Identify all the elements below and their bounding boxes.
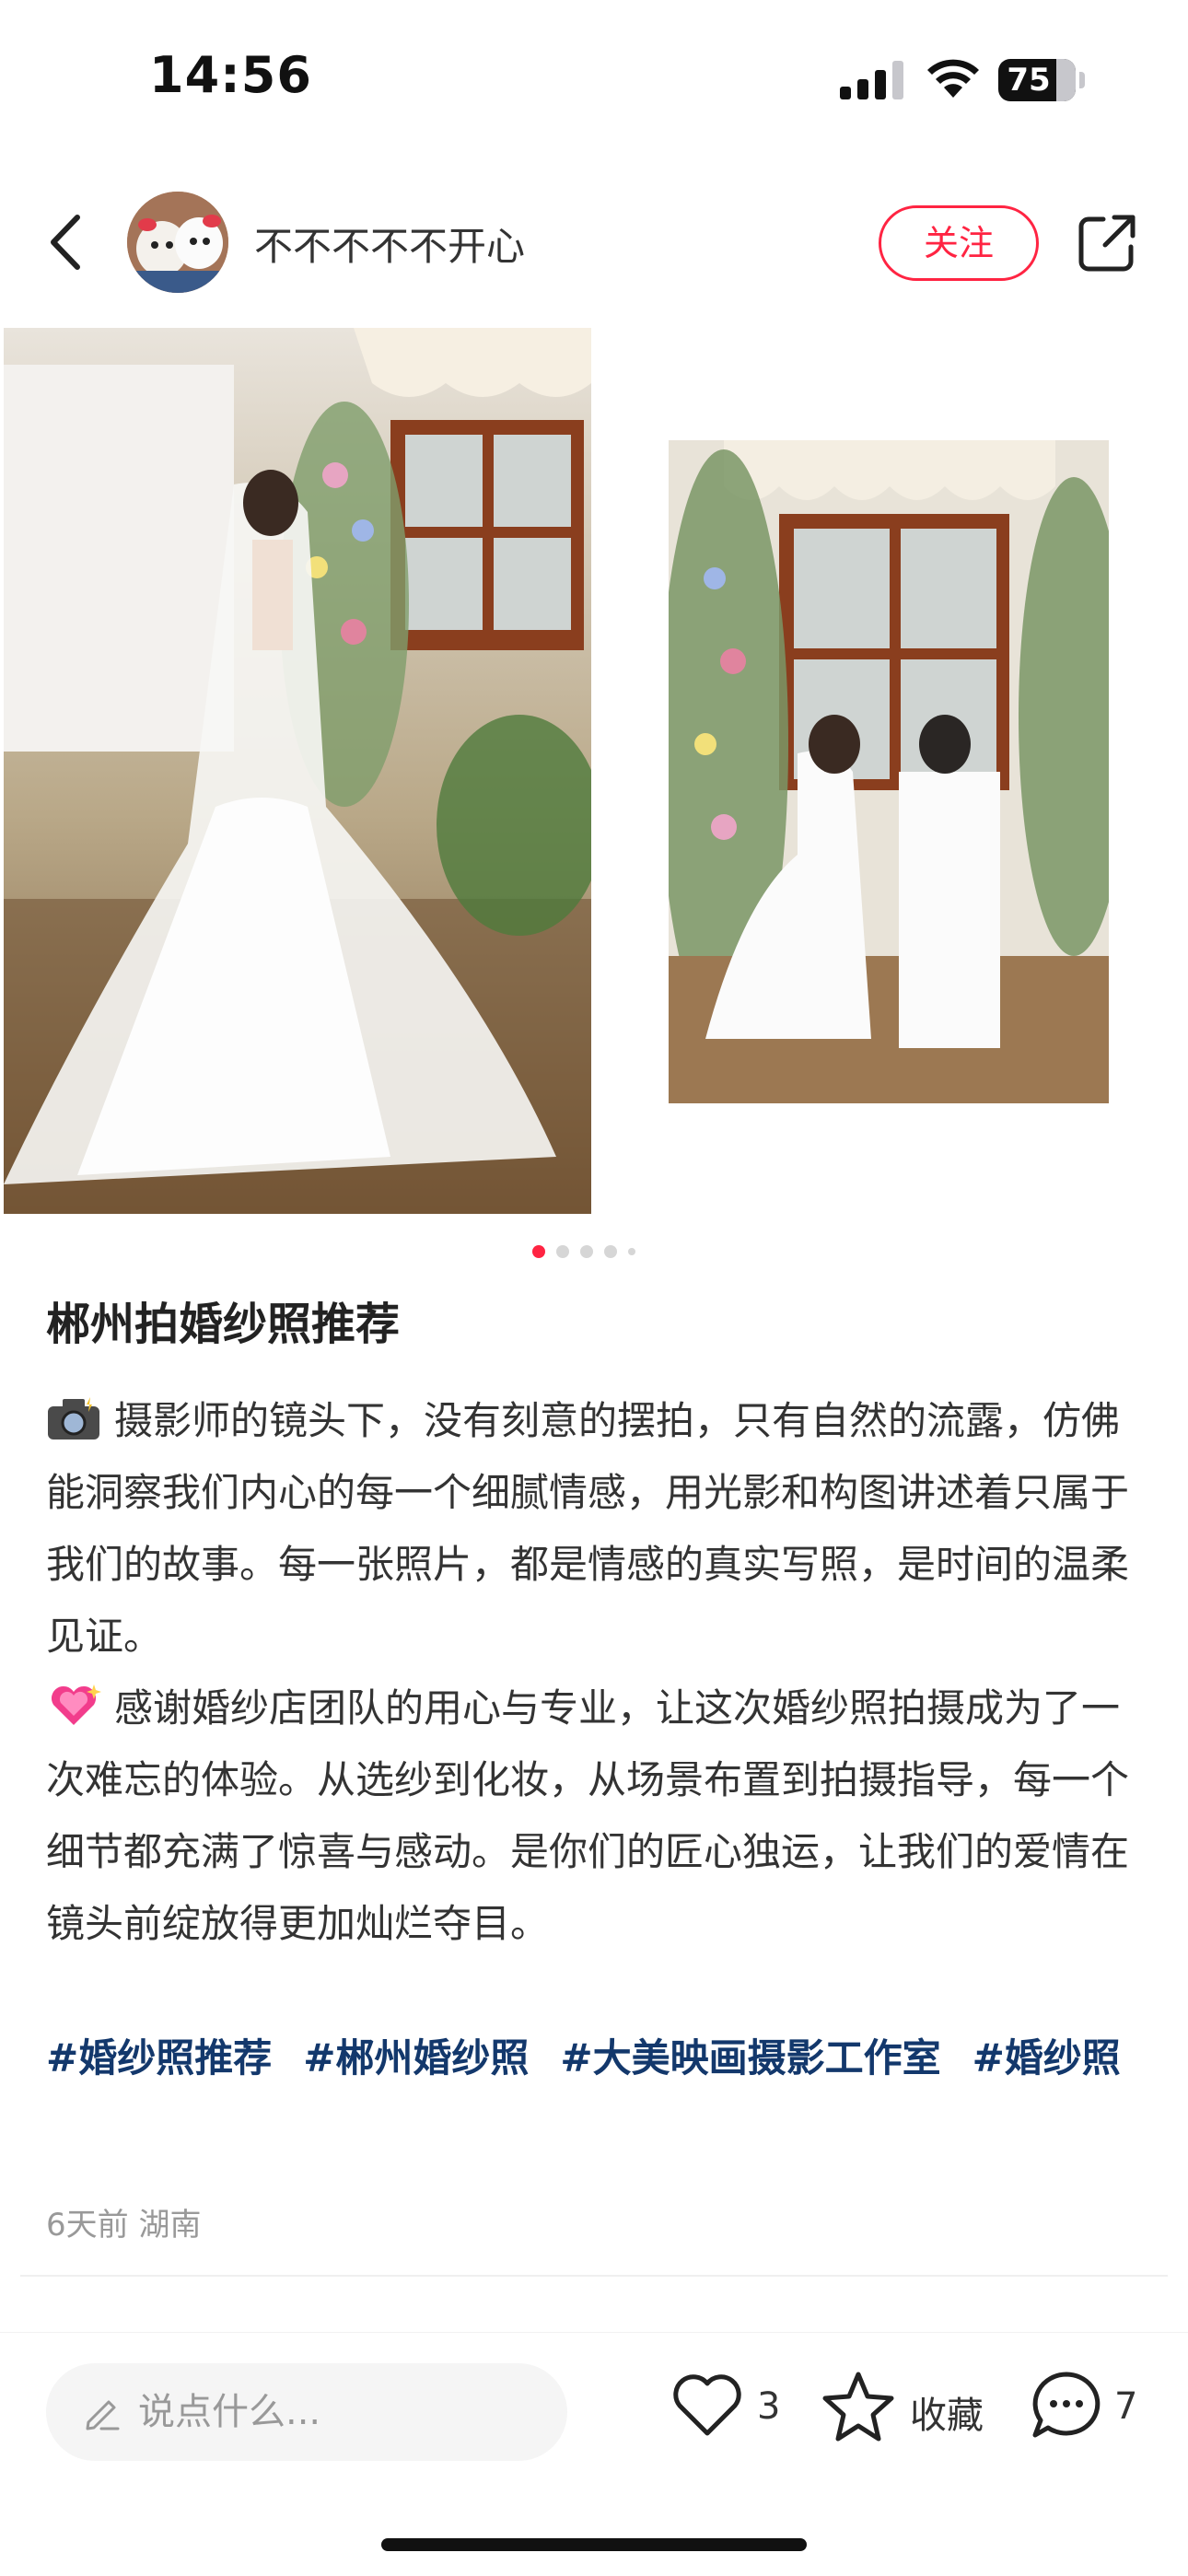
wifi-icon xyxy=(927,59,979,98)
cellular-signal-icon xyxy=(840,61,903,99)
back-arrow-icon[interactable] xyxy=(44,210,90,274)
collect-label[interactable]: 收藏 xyxy=(910,2385,984,2439)
hashtag-list: #婚纱照推荐 #郴州婚纱照 #大美映画摄影工作室 #婚纱照 xyxy=(46,2022,1142,2094)
carousel-dot xyxy=(532,1244,545,1258)
carousel-indicator xyxy=(532,1241,646,1258)
comment-placeholder: 说点什么... xyxy=(138,2391,321,2433)
sparkling-heart-icon xyxy=(51,1684,101,1725)
comment-input[interactable]: 说点什么... xyxy=(46,2363,567,2461)
carousel-dot xyxy=(628,1247,635,1255)
share-icon[interactable] xyxy=(1076,210,1140,274)
follow-button[interactable]: 关注 xyxy=(879,205,1039,281)
post-paragraph-2-text: 感谢婚纱店团队的用心与专业，让这次婚纱照拍摄成为了一次难忘的体验。从选纱到化妆，… xyxy=(46,1685,1130,1946)
wedding-photo-bride[interactable] xyxy=(4,328,591,1214)
carousel-dot xyxy=(556,1244,569,1258)
battery-indicator: 75 xyxy=(998,59,1085,101)
divider xyxy=(20,2275,1168,2277)
home-indicator xyxy=(381,2538,807,2551)
camera-flash-icon xyxy=(48,1397,99,1440)
hashtag[interactable]: #大美映画摄影工作室 xyxy=(560,2035,940,2081)
carousel-dot xyxy=(604,1244,617,1258)
hashtag[interactable]: #婚纱照 xyxy=(973,2035,1121,2081)
battery-level: 75 xyxy=(1007,62,1051,99)
post-meta: 6天前 湖南 xyxy=(46,2207,202,2244)
wedding-photo-couple[interactable] xyxy=(669,440,1109,1103)
like-heart-icon[interactable] xyxy=(670,2372,744,2439)
collect-star-icon[interactable] xyxy=(820,2369,897,2442)
pencil-icon xyxy=(86,2400,120,2430)
post-paragraph-1: 摄影师的镜头下，没有刻意的摆拍，只有自然的流露，仿佛能洞察我们内心的每一个细腻情… xyxy=(46,1385,1142,1673)
avatar[interactable] xyxy=(127,192,228,293)
comment-count[interactable]: 7 xyxy=(1114,2385,1137,2428)
status-time: 14:56 xyxy=(149,46,312,104)
post-paragraph-2: 感谢婚纱店团队的用心与专业，让这次婚纱照拍摄成为了一次难忘的体验。从选纱到化妆，… xyxy=(46,1673,1142,1960)
post-body: 摄影师的镜头下，没有刻意的摆拍，只有自然的流露，仿佛能洞察我们内心的每一个细腻情… xyxy=(46,1385,1142,1960)
hashtag[interactable]: #郴州婚纱照 xyxy=(303,2035,529,2081)
image-carousel[interactable] xyxy=(0,324,1188,1218)
post-title: 郴州拍婚纱照推荐 xyxy=(46,1299,401,1350)
carousel-dot xyxy=(580,1244,593,1258)
author-name[interactable]: 不不不不不开心 xyxy=(254,216,525,272)
like-count[interactable]: 3 xyxy=(757,2385,780,2428)
post-paragraph-1-text: 摄影师的镜头下，没有刻意的摆拍，只有自然的流露，仿佛能洞察我们内心的每一个细腻情… xyxy=(46,1398,1130,1659)
comment-bubble-icon[interactable] xyxy=(1028,2369,1105,2442)
hashtag[interactable]: #婚纱照推荐 xyxy=(46,2035,272,2081)
